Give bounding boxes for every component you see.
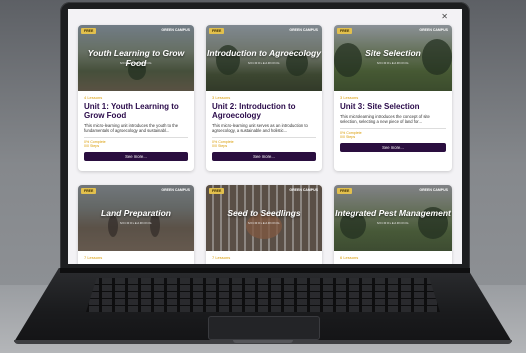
divider [84,136,188,138]
free-badge: FREE [81,28,97,34]
course-banner[interactable]: FREE GREEN CAMPUS Land Preparation MICRO… [78,185,194,251]
see-more-button[interactable]: See more... [340,143,446,152]
banner-title: Integrated Pest Management [335,208,451,218]
lesson-count: 4 Lessons [84,95,103,100]
course-banner[interactable]: FREE GREEN CAMPUS Introduction to Agroec… [206,25,322,91]
banner-subtitle: MICROLEARNING [120,221,152,225]
course-banner[interactable]: FREE GREEN CAMPUS Youth Learning to Grow… [78,25,194,91]
course-description: This microlearning introduces the concep… [340,114,430,125]
brand-logo: GREEN CAMPUS [289,188,318,192]
course-banner[interactable]: FREE GREEN CAMPUS Seed to Seedlings MICR… [206,185,322,251]
course-description: This micro-learning unit introduces the … [84,123,179,134]
banner-subtitle: MICROLEARNING [377,221,409,225]
course-card-integrated-pest-management: FREE GREEN CAMPUS Integrated Pest Manage… [334,185,452,264]
laptop-trackpad [208,316,320,340]
see-more-button[interactable]: See more... [212,152,316,161]
lesson-count: 7 Lessons [212,255,231,260]
free-badge: FREE [81,188,97,194]
course-card-unit-1: FREE GREEN CAMPUS Youth Learning to Grow… [78,25,194,171]
brand-logo: GREEN CAMPUS [419,28,448,32]
laptop-notch [233,340,293,343]
free-badge: FREE [337,28,353,34]
banner-title: Seed to Seedlings [227,208,301,218]
laptop-screen: ✕ FREE GREEN CAMPUS Youth Learning to Gr… [68,9,462,264]
course-description: This micro-learning unit serves as an in… [212,123,308,134]
banner-subtitle: MICROLEARNING [248,221,280,225]
course-card-unit-2: FREE GREEN CAMPUS Introduction to Agroec… [206,25,322,171]
see-more-button[interactable]: See more... [84,152,188,161]
step-count: 0/0 Steps [84,144,100,149]
course-card-seed-to-seedlings: FREE GREEN CAMPUS Seed to Seedlings MICR… [206,185,322,264]
course-card-unit-3: FREE GREEN CAMPUS Site Selection MICROLE… [334,25,452,171]
brand-logo: GREEN CAMPUS [161,188,190,192]
course-title[interactable]: Unit 2: Introduction to Agroecology [212,102,316,120]
divider [212,136,316,138]
banner-title: Youth Learning to Grow Food [87,48,185,68]
close-icon[interactable]: ✕ [441,12,448,21]
brand-logo: GREEN CAMPUS [419,188,448,192]
banner-title: Land Preparation [101,208,171,218]
free-badge: FREE [337,188,353,194]
lesson-count: 7 Lessons [84,255,103,260]
banner-title: Introduction to Agroecology [207,48,321,58]
banner-subtitle: MICROLEARNING [248,61,280,65]
free-badge: FREE [209,188,225,194]
divider [340,127,446,129]
laptop-hinge [60,268,470,273]
brand-logo: GREEN CAMPUS [161,28,190,32]
course-title[interactable]: Unit 3: Site Selection [340,102,446,111]
course-banner[interactable]: FREE GREEN CAMPUS Integrated Pest Manage… [334,185,452,251]
lesson-count: 3 Lessons [212,95,231,100]
brand-logo: GREEN CAMPUS [289,28,318,32]
course-card-land-preparation: FREE GREEN CAMPUS Land Preparation MICRO… [78,185,194,264]
keyboard-rows [86,278,440,312]
lesson-count: 3 Lessons [340,95,359,100]
banner-title: Site Selection [365,48,421,58]
banner-subtitle: MICROLEARNING [120,61,152,65]
course-banner[interactable]: FREE GREEN CAMPUS Site Selection MICROLE… [334,25,452,91]
free-badge: FREE [209,28,225,34]
banner-subtitle: MICROLEARNING [377,61,409,65]
lesson-count: 6 Lessons [340,255,359,260]
step-count: 0/0 Steps [212,144,228,149]
step-count: 0/0 Steps [340,135,356,140]
course-title[interactable]: Unit 1: Youth Learning to Grow Food [84,102,188,120]
